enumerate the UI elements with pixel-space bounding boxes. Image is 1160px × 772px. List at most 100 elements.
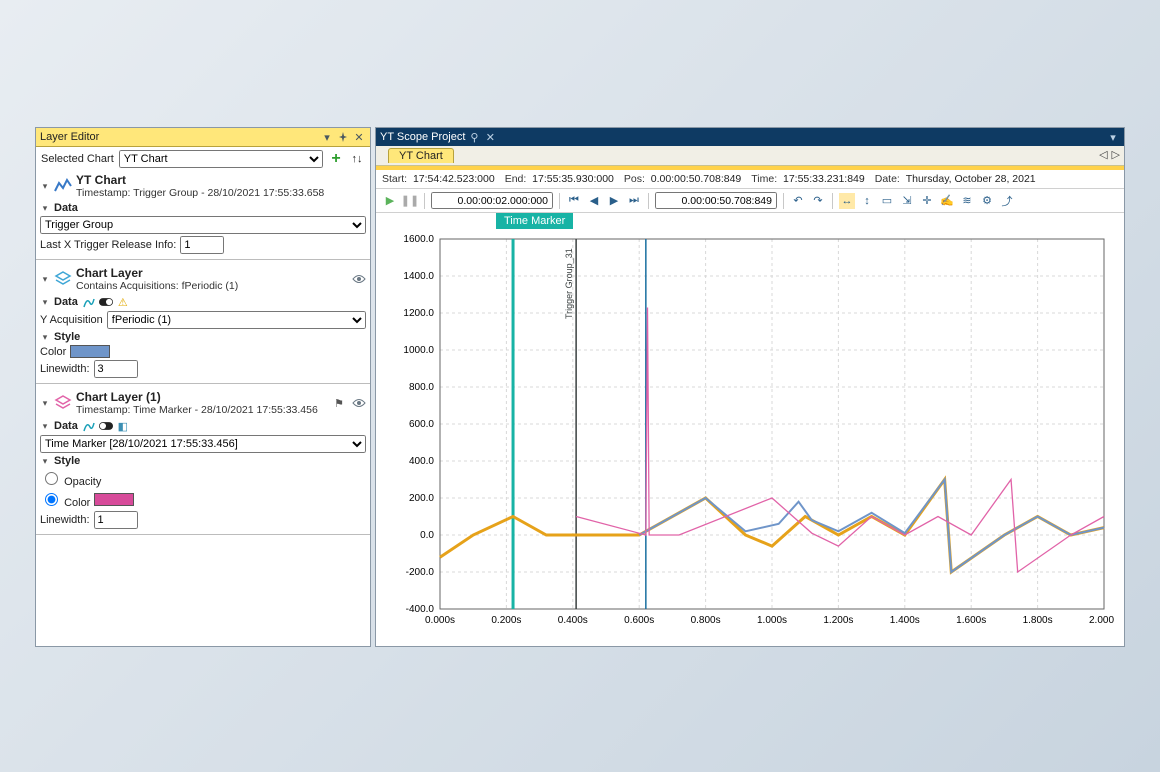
pin-icon[interactable]: ⚲ [467,130,481,144]
expand-icon[interactable] [40,397,50,409]
expand-icon[interactable] [40,273,50,285]
marker-flag-icon[interactable]: ⚑ [334,397,344,410]
expand-icon[interactable] [40,420,50,432]
expand-icon[interactable] [40,180,50,192]
undo-icon[interactable]: ↶ [790,193,806,209]
pin-icon[interactable] [336,130,350,144]
dropdown-icon[interactable]: ▾ [1106,130,1120,144]
svg-text:1.800s: 1.800s [1023,615,1053,626]
visibility-icon[interactable] [352,274,366,284]
zoomx-icon[interactable]: ⇲ [899,193,915,209]
chart-area[interactable]: Time Marker -400.0-200.00.0200.0400.0600… [376,213,1124,646]
svg-text:Trigger Group_31: Trigger Group_31 [564,248,574,319]
color-radio[interactable]: Color [40,490,90,509]
tab-prev-icon[interactable]: ◁ [1099,148,1107,161]
expand-icon[interactable] [40,296,50,308]
chart-layer1-timestamp: Timestamp: Time Marker - 28/10/2021 17:5… [76,404,330,416]
play-icon[interactable]: ▶ [382,193,398,209]
axis-icon[interactable] [82,419,96,433]
svg-text:1.000s: 1.000s [757,615,787,626]
node-chart-layer[interactable]: Chart Layer Contains Acquisitions: fPeri… [36,264,370,294]
pause-icon[interactable]: ❚❚ [402,193,418,209]
yt-chart-svg[interactable]: -400.0-200.00.0200.0400.0600.0800.01000.… [382,217,1114,637]
skip-start-icon[interactable]: ⏮ [566,193,582,209]
tab-next-icon[interactable]: ▷ [1112,148,1120,161]
yt-chart-title: YT Chart [76,173,324,187]
svg-text:0.0: 0.0 [420,530,434,541]
selected-chart-row: Selected Chart YT Chart + ↑↓ [36,147,370,171]
trigger-group-select[interactable]: Trigger Group [40,216,366,234]
svg-text:0.200s: 0.200s [491,615,521,626]
cl1-linewidth-label: Linewidth: [40,514,90,526]
last-x-input[interactable] [180,236,224,254]
visibility-icon[interactable] [352,398,366,408]
svg-text:800.0: 800.0 [409,382,434,393]
redo-icon[interactable]: ↷ [810,193,826,209]
node-chart-layer-1[interactable]: Chart Layer (1) Timestamp: Time Marker -… [36,388,370,418]
chart-icon [54,177,72,195]
layer-editor-panel: Layer Editor ▾ ✕ Selected Chart YT Chart… [35,127,371,647]
y-acq-select[interactable]: fPeriodic (1) [107,311,366,329]
step-back-icon[interactable]: ◀ [586,193,602,209]
close-icon[interactable]: ✕ [352,130,366,144]
chart-layer1-title: Chart Layer (1) [76,390,330,404]
y-acq-label: Y Acquisition [40,314,103,326]
time-marker-select[interactable]: Time Marker [28/10/2021 17:55:33.456] [40,435,366,453]
cl-linewidth-label: Linewidth: [40,363,90,375]
skip-end-icon[interactable]: ⏭ [626,193,642,209]
info-strip: Start: 17:54:42.523:000 End: 17:55:35.93… [376,170,1124,189]
time-input-1[interactable] [431,192,553,209]
marker-icon[interactable]: ◧ [116,419,130,433]
svg-text:1400.0: 1400.0 [403,271,434,282]
cl-color-swatch[interactable] [70,345,110,358]
expand-icon[interactable] [40,455,50,467]
export-icon[interactable]: ⤴ [999,193,1015,209]
svg-text:1200.0: 1200.0 [403,308,434,319]
measure-icon[interactable]: ✍ [939,193,955,209]
yt-chart-timestamp: Timestamp: Trigger Group - 28/10/2021 17… [76,187,324,199]
warn-icon[interactable]: ⚠ [116,295,130,309]
toggle-icon[interactable] [99,295,113,309]
selected-chart-select[interactable]: YT Chart [119,150,323,168]
selected-chart-label: Selected Chart [41,153,114,165]
hzoom-icon[interactable]: ↔ [839,193,855,209]
layers-icon[interactable]: ≋ [959,193,975,209]
layers-icon [54,270,72,288]
opacity-radio[interactable]: Opacity [40,469,101,488]
close-icon[interactable]: ✕ [483,130,497,144]
svg-text:0.600s: 0.600s [624,615,654,626]
cursor-icon[interactable]: ✛ [919,193,935,209]
svg-text:-200.0: -200.0 [406,567,435,578]
cl-linewidth-input[interactable] [94,360,138,378]
svg-text:0.400s: 0.400s [558,615,588,626]
svg-text:0.800s: 0.800s [691,615,721,626]
toggle-icon[interactable] [99,419,113,433]
time-input-2[interactable] [655,192,777,209]
svg-text:1600.0: 1600.0 [403,234,434,245]
cl-style-label: Style [54,331,80,343]
svg-text:1000.0: 1000.0 [403,345,434,356]
step-fwd-icon[interactable]: ▶ [606,193,622,209]
svg-text:-400.0: -400.0 [406,604,435,615]
tab-yt-chart[interactable]: YT Chart [388,148,454,163]
yt-data-label: Data [54,202,78,214]
dropdown-icon[interactable]: ▾ [320,130,334,144]
svg-text:2.000s: 2.000s [1089,615,1114,626]
vzoom-icon[interactable]: ↕ [859,193,875,209]
chart-layer-title: Chart Layer [76,266,348,280]
svg-text:1.600s: 1.600s [956,615,986,626]
zoomsel-icon[interactable]: ▭ [879,193,895,209]
layer-editor-title-bar: Layer Editor ▾ ✕ [36,128,370,147]
cl1-color-swatch[interactable] [94,493,134,506]
settings-icon[interactable]: ⚙ [979,193,995,209]
expand-icon[interactable] [40,202,50,214]
cl1-linewidth-input[interactable] [94,511,138,529]
expand-icon[interactable] [40,331,50,343]
reorder-button[interactable]: ↑↓ [349,153,365,165]
axis-icon[interactable] [82,295,96,309]
svg-text:600.0: 600.0 [409,419,434,430]
cl1-style-label: Style [54,455,80,467]
svg-text:0.000s: 0.000s [425,615,455,626]
node-yt-chart[interactable]: YT Chart Timestamp: Trigger Group - 28/1… [36,171,370,201]
add-layer-button[interactable]: + [328,150,344,168]
